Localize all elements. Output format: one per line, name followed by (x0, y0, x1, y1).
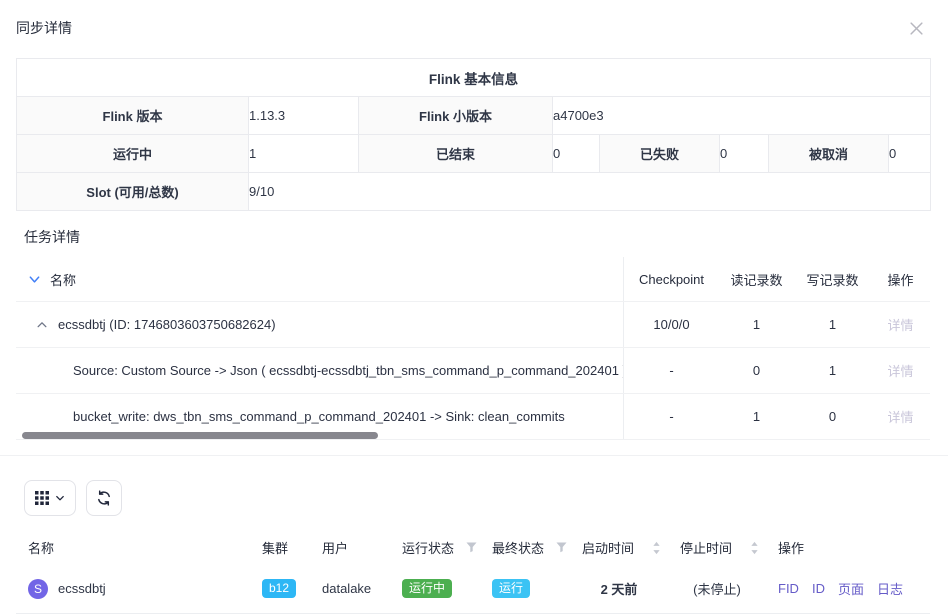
avatar: S (28, 579, 48, 599)
canceled-label: 被取消 (769, 135, 889, 173)
page-link[interactable]: 页面 (838, 579, 864, 598)
task-row-write: 1 (794, 363, 871, 378)
task-row-detail-link[interactable]: 详情 (871, 315, 930, 334)
canceled-value: 0 (889, 135, 931, 173)
jobs-table-header: 名称 集群 用户 运行状态 最终状态 启动时间 停止时间 操作 (16, 531, 930, 564)
jobs-col-name: 名称 (16, 538, 250, 557)
task-row-write: 0 (794, 409, 871, 424)
task-row-write: 1 (794, 317, 871, 332)
final-status-badge: 运行 (492, 579, 530, 598)
column-settings-button[interactable] (24, 480, 76, 516)
sorter-carets-icon[interactable] (652, 541, 661, 555)
finished-value: 0 (553, 135, 600, 173)
task-col-name: 名称 (50, 270, 76, 289)
slot-label: Slot (可用/总数) (17, 173, 249, 211)
running-value: 1 (249, 135, 359, 173)
log-link[interactable]: 日志 (877, 579, 903, 598)
jobs-col-final-status: 最终状态 (480, 538, 570, 557)
task-row-read: 0 (719, 363, 794, 378)
slot-value: 9/10 (249, 173, 931, 211)
task-row-name: ecssdbtj (ID: 1746803603750682624) (58, 317, 276, 332)
jobs-col-actions: 操作 (766, 538, 930, 557)
job-user: datalake (322, 581, 371, 596)
task-row-root: ecssdbtj (ID: 1746803603750682624) 10/0/… (16, 302, 930, 348)
sorter-carets-icon[interactable] (750, 541, 759, 555)
jobs-col-user: 用户 (310, 538, 390, 557)
flink-version-label: Flink 版本 (17, 97, 249, 135)
run-status-badge: 运行中 (402, 579, 452, 598)
flink-version-value: 1.13.3 (249, 97, 359, 135)
job-row: S ecssdbtj b12 datalake 运行中 运行 2 天前 (未停止… (16, 564, 930, 614)
task-row-read: 1 (719, 409, 794, 424)
refresh-button[interactable] (86, 480, 122, 516)
task-row-detail-link[interactable]: 详情 (871, 361, 930, 380)
jobs-table: 名称 集群 用户 运行状态 最终状态 启动时间 停止时间 操作 (16, 531, 930, 614)
jobs-col-run-status: 运行状态 (390, 538, 480, 557)
task-row-checkpoint: 10/0/0 (624, 317, 719, 332)
flink-info-table: Flink 基本信息 Flink 版本 1.13.3 Flink 小版本 a47… (16, 58, 931, 211)
failed-value: 0 (720, 135, 769, 173)
running-label: 运行中 (17, 135, 249, 173)
jobs-col-stop-time: 停止时间 (668, 538, 766, 557)
jobs-col-cluster: 集群 (250, 538, 310, 557)
job-name: ecssdbtj (58, 581, 106, 596)
task-col-write: 写记录数 (794, 270, 871, 289)
failed-label: 已失败 (600, 135, 720, 173)
finished-label: 已结束 (359, 135, 553, 173)
flink-minor-version-value: a4700e3 (553, 97, 931, 135)
task-row-name: bucket_write: dws_tbn_sms_command_p_comm… (73, 409, 565, 424)
task-row-detail-link[interactable]: 详情 (871, 407, 930, 426)
task-row-read: 1 (719, 317, 794, 332)
task-section-title: 任务详情 (24, 227, 948, 247)
task-table-header: 名称 Checkpoint 读记录数 写记录数 操作 (16, 257, 930, 302)
fid-link[interactable]: FID (778, 581, 799, 596)
chevron-down-icon (55, 493, 65, 503)
job-stop-time: (未停止) (693, 579, 741, 598)
id-link[interactable]: ID (812, 581, 825, 596)
flink-minor-version-label: Flink 小版本 (359, 97, 553, 135)
drawer-header: 同步详情 (0, 0, 948, 38)
task-col-checkpoint: Checkpoint (624, 272, 719, 287)
task-row-source: Source: Custom Source -> Json ( ecssdbtj… (16, 348, 930, 394)
cluster-tag: b12 (262, 579, 296, 598)
section-divider (0, 455, 948, 456)
filter-funnel-icon[interactable] (466, 542, 477, 553)
task-col-actions: 操作 (871, 270, 930, 289)
task-row-checkpoint: - (624, 409, 719, 424)
task-row-name: Source: Custom Source -> Json ( ecssdbtj… (73, 363, 623, 378)
job-start-time: 2 天前 (601, 579, 638, 598)
jobs-toolbar (24, 480, 948, 516)
collapse-row-chevron-up-icon[interactable] (36, 319, 48, 331)
task-col-read: 读记录数 (719, 270, 794, 289)
grid-icon (35, 491, 49, 505)
expand-all-chevron-down-icon[interactable] (28, 273, 41, 286)
jobs-col-start-time: 启动时间 (570, 538, 668, 557)
horizontal-scrollbar-thumb[interactable] (22, 432, 378, 439)
filter-funnel-icon[interactable] (556, 542, 567, 553)
task-row-checkpoint: - (624, 363, 719, 378)
flink-info-title: Flink 基本信息 (17, 59, 931, 97)
page-title: 同步详情 (16, 18, 72, 38)
horizontal-scrollbar-track (16, 431, 623, 440)
task-table: 名称 Checkpoint 读记录数 写记录数 操作 ecssdbtj (ID:… (16, 257, 930, 440)
close-icon[interactable] (908, 20, 924, 36)
refresh-icon (96, 490, 112, 506)
